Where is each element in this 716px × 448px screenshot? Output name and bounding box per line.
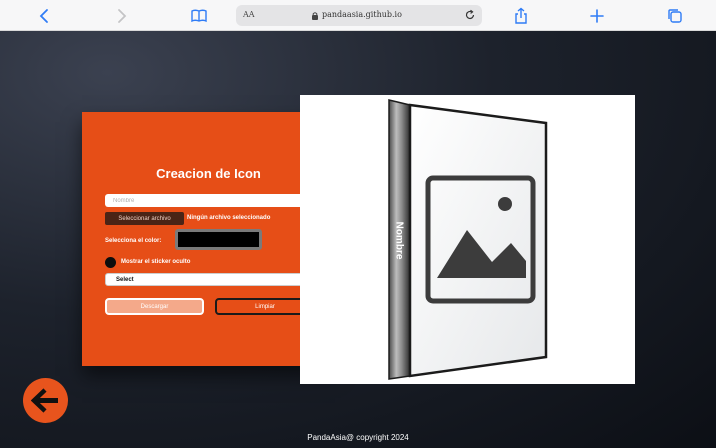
select-value: Select (116, 277, 134, 283)
url-text: pandaasia.github.io (322, 10, 402, 19)
back-button[interactable] (23, 378, 68, 423)
bookmarks-book-icon[interactable] (189, 6, 209, 26)
color-picker[interactable] (175, 229, 262, 250)
download-button[interactable]: Descargar (105, 298, 204, 315)
page-background: Creacion de Icon Seleccionar archivo Nin… (0, 31, 716, 448)
text-size-button[interactable]: AA (243, 10, 255, 19)
form-title: Creacion de Icon (156, 166, 261, 181)
forward-chevron-icon[interactable] (111, 6, 131, 26)
name-input[interactable] (105, 194, 313, 207)
icon-form-card: Creacion de Icon Seleccionar archivo Nin… (82, 112, 335, 366)
color-label: Selecciona el color: (105, 238, 162, 244)
choose-file-button[interactable]: Seleccionar archivo (105, 212, 184, 225)
reload-icon[interactable] (464, 9, 476, 21)
back-chevron-icon[interactable] (35, 6, 55, 26)
share-icon[interactable] (511, 6, 531, 26)
new-tab-plus-icon[interactable] (587, 6, 607, 26)
spine-label: Nombre (393, 221, 405, 260)
footer-copyright: PandaAsia@ copyright 2024 (307, 433, 409, 442)
tabs-overview-icon[interactable] (665, 6, 685, 26)
file-status-text: Ningún archivo seleccionado (187, 215, 271, 221)
sticker-select[interactable]: Select (105, 273, 313, 286)
lock-icon (312, 12, 318, 20)
icon-preview: Nombre (300, 95, 635, 384)
arrow-left-icon (31, 388, 58, 413)
hidden-sticker-radio[interactable] (105, 257, 116, 268)
box-preview-graphic (388, 99, 548, 380)
browser-toolbar: AA pandaasia.github.io (0, 0, 716, 31)
address-bar[interactable]: AA pandaasia.github.io (236, 5, 482, 26)
hidden-sticker-label: Mostrar el sticker oculto (121, 259, 191, 265)
